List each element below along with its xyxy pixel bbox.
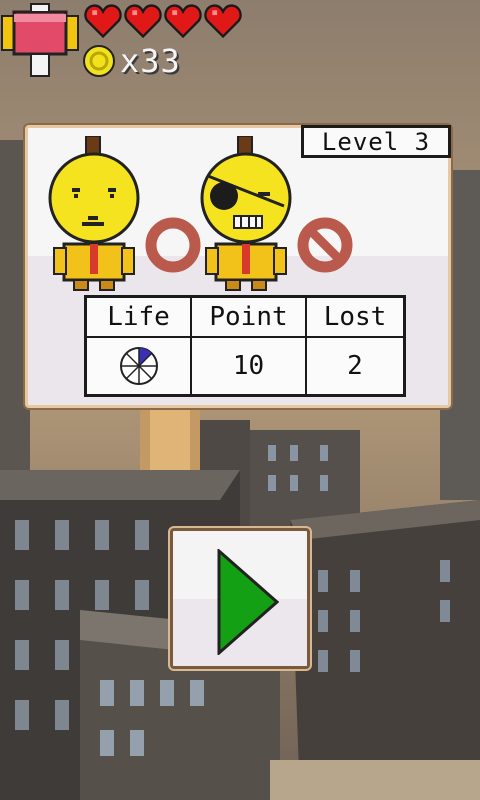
- coin-counter: x33: [82, 44, 181, 78]
- play-button[interactable]: [170, 528, 310, 669]
- hammer-icon: [1, 3, 79, 77]
- life-pie-icon: [119, 347, 158, 385]
- prohibited-marker: [297, 217, 353, 273]
- heart-icon: [164, 4, 202, 39]
- point-value: 10: [192, 338, 307, 394]
- life-cell: [87, 338, 192, 394]
- life-hearts: [84, 2, 242, 40]
- heart-icon: [204, 4, 242, 39]
- level-info-panel: Level 3 Life Point Lost 10 2: [25, 125, 451, 408]
- lost-value: 2: [347, 351, 363, 381]
- ring-marker: [145, 217, 201, 273]
- header-lost: Lost: [307, 298, 403, 338]
- header-point: Point: [192, 298, 307, 338]
- heart-icon: [84, 4, 122, 39]
- heart-icon: [124, 4, 162, 39]
- play-icon: [217, 549, 279, 655]
- level-label: Level 3: [301, 125, 451, 158]
- sad-yellow-character: [48, 136, 140, 291]
- coin-count: x33: [120, 42, 181, 80]
- eyepatch-yellow-character: [200, 136, 292, 291]
- stats-table: Life Point Lost 10 2: [84, 295, 406, 397]
- coin-icon: [83, 45, 115, 77]
- header-life: Life: [87, 298, 192, 338]
